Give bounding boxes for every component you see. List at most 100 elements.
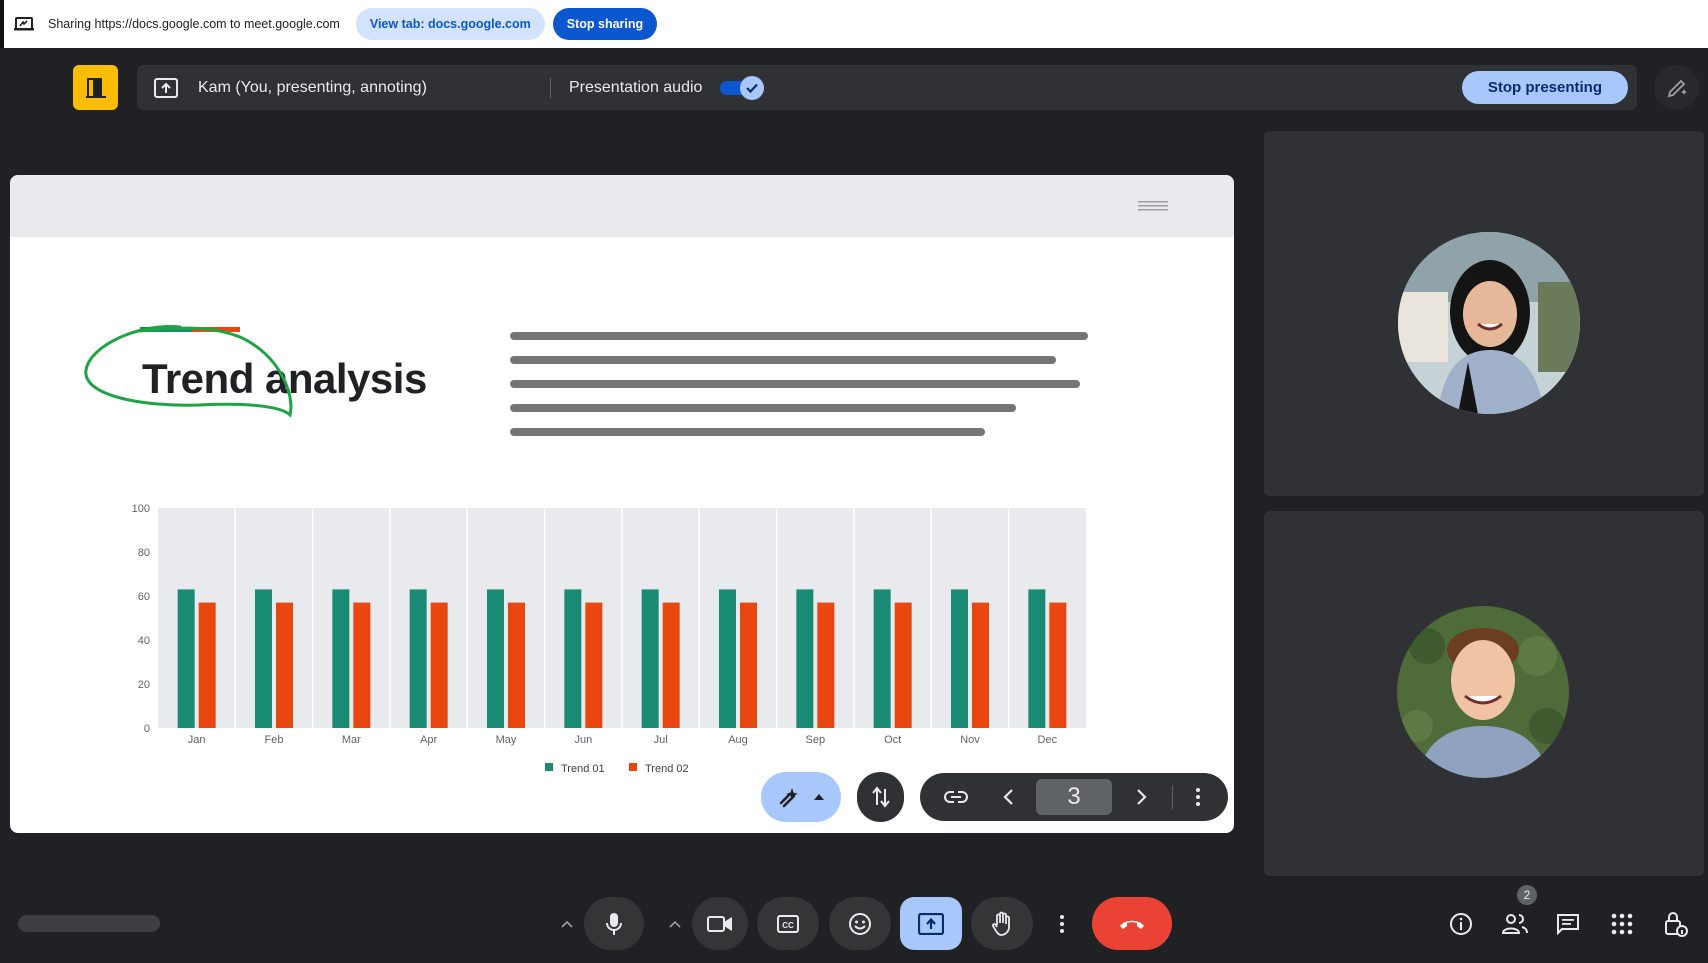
swap-vertical-icon xyxy=(871,786,890,808)
hand-icon xyxy=(992,911,1010,936)
presentation-audio-toggle[interactable] xyxy=(720,75,765,100)
y-tick-label: 20 xyxy=(138,679,150,691)
emoji-icon xyxy=(849,912,871,935)
x-tick-label: Jan xyxy=(188,734,206,746)
bar-trend-02 xyxy=(972,602,989,728)
chevron-up-icon xyxy=(669,920,681,928)
more-vert-icon xyxy=(1060,914,1064,933)
bar-trend-01 xyxy=(719,589,736,728)
chat-button[interactable] xyxy=(1552,908,1584,940)
more-options-button[interactable] xyxy=(1042,897,1082,950)
meeting-details-placeholder xyxy=(18,915,160,932)
bar-trend-01 xyxy=(332,589,350,728)
present-now-button[interactable] xyxy=(900,897,962,950)
people-icon xyxy=(1502,914,1528,934)
present-to-all-icon xyxy=(918,912,944,935)
meeting-details-button[interactable] xyxy=(1445,908,1477,940)
next-slide-button[interactable] xyxy=(1112,788,1172,806)
bar-trend-02 xyxy=(1049,602,1067,728)
x-tick-label: Feb xyxy=(265,734,284,746)
y-tick-label: 60 xyxy=(138,591,150,603)
cast-icon xyxy=(14,17,34,31)
reactions-button[interactable] xyxy=(829,897,891,950)
previous-slide-button[interactable] xyxy=(980,788,1036,806)
y-tick-label: 100 xyxy=(132,503,150,515)
bar-trend-01 xyxy=(177,589,195,728)
x-tick-label: Mar xyxy=(342,734,361,746)
activities-button[interactable] xyxy=(1606,908,1638,940)
call-controls-bar: CC xyxy=(0,890,1708,963)
host-controls-button[interactable] xyxy=(1660,908,1692,940)
link-icon xyxy=(944,791,968,803)
slide-number[interactable]: 3 xyxy=(1036,779,1112,815)
raise-hand-button[interactable] xyxy=(971,897,1033,950)
participant-avatar xyxy=(1397,606,1569,778)
participant-count-badge: 2 xyxy=(1517,885,1537,905)
chevron-left-icon xyxy=(1003,789,1013,805)
pen-sparkle-icon xyxy=(1667,79,1687,97)
participant-photo xyxy=(1397,606,1569,778)
legend-swatch xyxy=(545,763,553,771)
laser-pointer-button[interactable] xyxy=(761,772,841,822)
participant-avatar xyxy=(1398,232,1580,414)
videocam-icon xyxy=(707,915,732,932)
presenter-label: Kam (You, presenting, annoting) xyxy=(198,78,427,96)
stop-presenting-button[interactable]: Stop presenting xyxy=(1461,71,1628,104)
bar-trend-02 xyxy=(198,602,216,728)
video-options-button[interactable] xyxy=(660,897,690,950)
presenting-row: Kam (You, presenting, annoting) Presenta… xyxy=(0,64,1708,112)
microphone-icon xyxy=(606,912,622,935)
bar-trend-01 xyxy=(1028,589,1046,728)
leave-call-button[interactable] xyxy=(1092,897,1172,950)
x-tick-label: Apr xyxy=(420,734,437,746)
presentation-audio-label: Presentation audio xyxy=(569,78,703,96)
presenting-bar: Kam (You, presenting, annoting) Presenta… xyxy=(137,65,1637,110)
x-tick-label: Oct xyxy=(884,734,901,746)
slide-navigation: 3 xyxy=(920,773,1228,821)
bar-trend-02 xyxy=(662,602,680,728)
bar-trend-01 xyxy=(409,589,427,728)
bar-trend-01 xyxy=(873,589,891,728)
camera-button[interactable] xyxy=(692,897,748,950)
x-tick-label: Jul xyxy=(654,734,668,746)
sharing-status-text: Sharing https://docs.google.com to meet.… xyxy=(48,17,340,31)
microphone-button[interactable] xyxy=(584,897,644,950)
more-options-button[interactable] xyxy=(1173,787,1223,807)
participant-tile[interactable] xyxy=(1264,131,1704,496)
y-tick-label: 80 xyxy=(138,547,150,559)
tab-sharing-bar: Sharing https://docs.google.com to meet.… xyxy=(0,0,1708,48)
x-tick-label: Jun xyxy=(574,734,592,746)
audio-options-button[interactable] xyxy=(552,897,582,950)
view-tab-button[interactable]: View tab: docs.google.com xyxy=(355,8,545,40)
x-tick-label: Dec xyxy=(1038,734,1058,746)
apps-grid-icon xyxy=(1611,913,1633,935)
participant-tile[interactable] xyxy=(1264,511,1704,876)
bar-trend-02 xyxy=(740,602,757,728)
presented-slide: Trend analysis 0 20 40 60 80 100 Jan Feb Mar Apr M… xyxy=(10,175,1234,833)
stop-sharing-button[interactable]: Stop sharing xyxy=(552,8,658,40)
caret-up-icon xyxy=(814,794,824,800)
chat-icon xyxy=(1557,914,1579,935)
chevron-up-icon xyxy=(561,920,573,928)
bar-trend-02 xyxy=(817,602,835,728)
bar-trend-01 xyxy=(641,589,659,728)
annotate-button[interactable] xyxy=(1654,65,1699,110)
legend-swatch xyxy=(629,763,637,771)
door-icon xyxy=(85,77,106,98)
copy-link-button[interactable] xyxy=(932,790,980,804)
toggle-knob xyxy=(740,75,765,100)
svg-text:CC: CC xyxy=(782,921,794,930)
chevron-right-icon xyxy=(1137,789,1147,805)
swap-view-button[interactable] xyxy=(857,772,904,822)
legend-label: Trend 02 xyxy=(645,763,689,775)
more-vert-icon xyxy=(1196,788,1200,806)
people-button[interactable] xyxy=(1499,908,1531,940)
participant-photo xyxy=(1398,232,1580,414)
x-tick-label: Aug xyxy=(728,734,748,746)
bar-trend-02 xyxy=(276,602,293,728)
call-end-icon xyxy=(1120,920,1144,929)
info-icon xyxy=(1450,913,1472,935)
divider xyxy=(550,77,551,98)
captions-button[interactable]: CC xyxy=(757,897,819,950)
check-icon xyxy=(746,83,759,93)
